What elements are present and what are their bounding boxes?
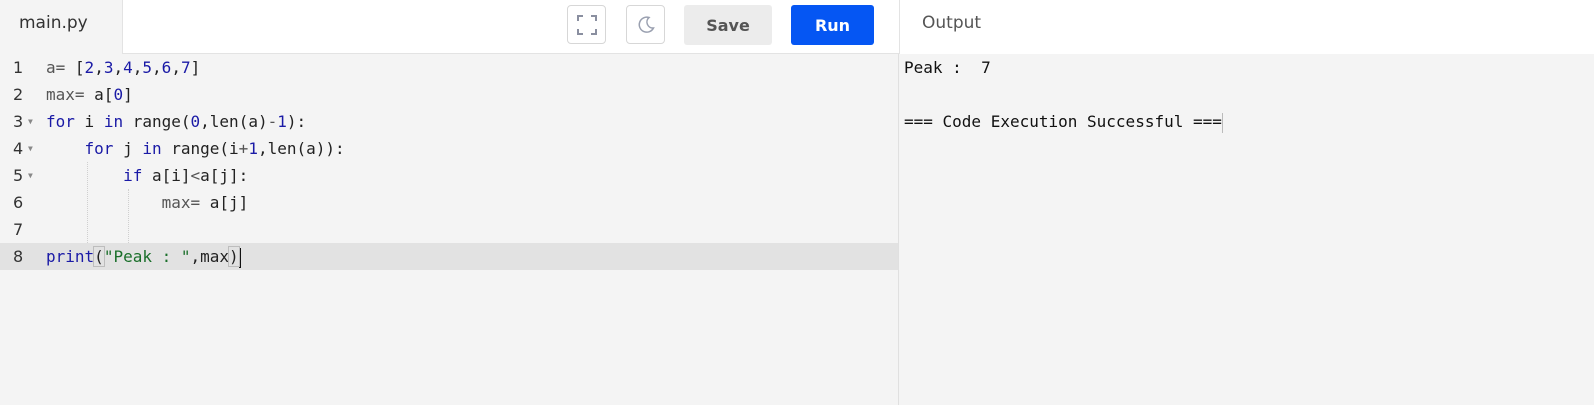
line-number: 5 — [13, 166, 24, 185]
line-number: 8 — [13, 247, 24, 266]
gutter: 7 — [0, 216, 40, 243]
fullscreen-button[interactable] — [567, 5, 606, 44]
tab-main-py[interactable]: main.py — [0, 0, 123, 55]
output-tab-label: Output — [922, 13, 982, 33]
code-text[interactable]: if a[i]<a[j]: — [46, 162, 248, 189]
fold-arrow-icon[interactable]: ▼ — [28, 108, 33, 135]
line-number: 1 — [13, 58, 24, 77]
code-text[interactable]: print("Peak : ",max) — [46, 243, 241, 270]
code-line[interactable]: 1 a= [2,3,4,5,6,7] — [0, 54, 898, 81]
fold-arrow-icon[interactable]: ▼ — [28, 162, 33, 189]
indent-guide — [128, 189, 129, 243]
code-line[interactable]: 5 ▼ if a[i]<a[j]: — [0, 162, 898, 189]
line-number: 6 — [13, 193, 24, 212]
code-line[interactable]: 4 ▼ for j in range(i+1,len(a)): — [0, 135, 898, 162]
code-text[interactable]: for j in range(i+1,len(a)): — [46, 135, 345, 162]
indent-guide — [87, 162, 88, 243]
output-status-text: === Code Execution Successful === — [904, 112, 1222, 131]
line-number: 4 — [13, 139, 24, 158]
line-number: 3 — [13, 112, 24, 131]
moon-icon — [638, 15, 655, 33]
output-line: Peak : 7 — [904, 58, 991, 77]
fold-arrow-icon[interactable]: ▼ — [28, 135, 33, 162]
top-bar: main.py Save Run Output — [0, 0, 1594, 55]
line-number: 7 — [13, 220, 24, 239]
line-number: 2 — [13, 85, 24, 104]
gutter: 5 ▼ — [0, 162, 40, 189]
save-button[interactable]: Save — [684, 5, 772, 45]
gutter: 6 — [0, 189, 40, 216]
output-panel: Peak : 7 === Code Execution Successful =… — [899, 54, 1594, 405]
code-editor[interactable]: 1 a= [2,3,4,5,6,7] 2 max= a[0] 3 ▼ for i … — [0, 54, 898, 405]
code-line[interactable]: 7 — [0, 216, 898, 243]
code-line-active[interactable]: 8 print("Peak : ",max) — [0, 243, 898, 270]
gutter: 1 — [0, 54, 40, 81]
gutter: 8 — [0, 243, 40, 270]
gutter: 3 ▼ — [0, 108, 40, 135]
gutter: 4 ▼ — [0, 135, 40, 162]
run-button[interactable]: Run — [791, 5, 874, 45]
theme-toggle-button[interactable] — [626, 5, 665, 44]
code-line[interactable]: 6 max= a[j] — [0, 189, 898, 216]
code-text[interactable]: for i in range(0,len(a)-1): — [46, 108, 306, 135]
text-cursor — [238, 247, 241, 268]
output-cursor — [1221, 112, 1223, 133]
fullscreen-icon — [576, 14, 597, 35]
code-text[interactable]: a= [2,3,4,5,6,7] — [46, 54, 200, 81]
output-line: === Code Execution Successful === — [904, 112, 1223, 133]
gutter: 2 — [0, 81, 40, 108]
code-text[interactable]: max= a[0] — [46, 81, 133, 108]
code-line[interactable]: 3 ▼ for i in range(0,len(a)-1): — [0, 108, 898, 135]
code-text[interactable]: max= a[j] — [46, 189, 249, 216]
code-line[interactable]: 2 max= a[0] — [0, 81, 898, 108]
file-tab-label: main.py — [19, 13, 88, 33]
output-tab: Output — [899, 0, 1594, 54]
